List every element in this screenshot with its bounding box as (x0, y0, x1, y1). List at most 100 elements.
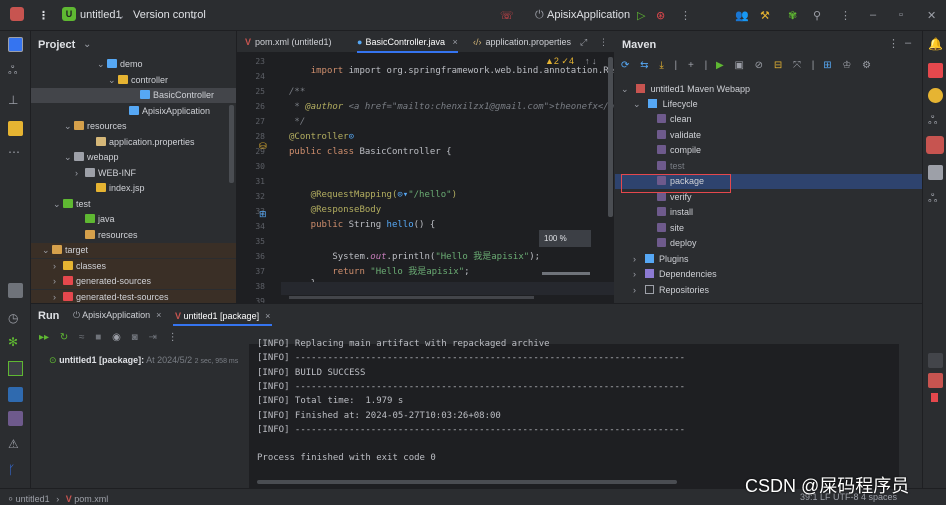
tree-item[interactable]: ⌄ test (31, 197, 236, 212)
tree-item[interactable]: ⌄ resources (31, 119, 236, 134)
chevron-right-icon[interactable]: › (75, 166, 85, 181)
collapse-icon[interactable]: ⊞ (823, 60, 831, 71)
database-icon[interactable] (928, 88, 943, 103)
run-history-item[interactable]: ⊙ untitled1 [package]: At 2024/5/2 2 sec… (31, 352, 249, 368)
terminal-icon[interactable] (8, 411, 23, 426)
chevron-down-icon[interactable]: ⌄ (53, 197, 63, 212)
tree-item[interactable]: resources (31, 228, 236, 243)
tree-item[interactable]: › WEB-INF (31, 166, 236, 181)
project-panel-title[interactable]: Project (38, 39, 75, 51)
tree-item[interactable]: ApisixApplication (31, 104, 236, 119)
restore-icon[interactable]: ▫ (899, 9, 903, 21)
copilot-icon[interactable]: ஃ (928, 113, 943, 128)
ai-assistant-icon[interactable] (928, 63, 943, 78)
search-icon[interactable]: ⚲ (813, 9, 821, 22)
clock-icon[interactable]: ◷ (8, 311, 23, 326)
view-icon[interactable]: ◉ (112, 332, 121, 343)
structure-icon[interactable] (8, 121, 23, 136)
zoom-indicator[interactable]: 100 % (539, 230, 591, 247)
tree-item[interactable]: index.jsp (31, 181, 236, 196)
bug-icon[interactable]: ✾ (788, 9, 797, 22)
chevron-down-icon[interactable]: ⌄ (64, 119, 74, 134)
services-icon[interactable] (8, 283, 23, 298)
chevron-down-icon[interactable]: ⌄ (64, 150, 74, 165)
goal-test[interactable]: test (615, 159, 922, 174)
trash-icon[interactable] (931, 393, 938, 402)
download-sources-icon[interactable]: ⤓ (659, 60, 663, 71)
reimport-icon[interactable]: ⇆ (640, 60, 648, 71)
more-icon[interactable]: ⋮ (840, 9, 851, 22)
tools-icon[interactable]: ⚒ (760, 9, 770, 22)
goal-install[interactable]: install (615, 205, 922, 220)
breadcrumb-project[interactable]: untitled1 (16, 494, 50, 504)
breadcrumb-file[interactable]: pom.xml (74, 494, 108, 504)
tree-item[interactable]: › classes (31, 258, 236, 274)
more-icon[interactable]: ⋮ (168, 332, 178, 343)
download-icon[interactable] (928, 373, 943, 388)
more-tabs-icon[interactable]: ⋮ (599, 31, 608, 53)
tree-item[interactable]: ⌄ demo (31, 57, 236, 72)
project-scrollbar[interactable] (229, 105, 234, 183)
restart-icon[interactable]: ↻ (60, 332, 68, 343)
more-actions-icon[interactable]: ⋮ (680, 9, 691, 22)
toggle-tests-icon[interactable]: ≈ (79, 332, 85, 343)
chevron-right-icon[interactable]: › (53, 259, 63, 274)
problems-icon[interactable] (8, 387, 23, 402)
goal-clean[interactable]: clean (615, 112, 922, 127)
dependencies-node[interactable]: › Dependencies (615, 267, 922, 282)
exit-icon[interactable]: ⇥ (148, 332, 156, 343)
more-tools-icon[interactable]: ⋯ (8, 145, 23, 160)
camera-icon[interactable]: ◙ (132, 332, 138, 343)
maven-tool-icon[interactable] (926, 136, 944, 154)
bean-gutter-icon[interactable]: ⛁ (259, 141, 267, 152)
code-with-me-icon[interactable]: ☏ (500, 9, 514, 22)
goal-site[interactable]: site (615, 221, 922, 236)
repositories-node[interactable]: › Repositories (615, 283, 922, 298)
show-dependencies-icon[interactable]: ⤧ (793, 60, 801, 71)
chevron-down-icon[interactable]: ⌄ (42, 243, 52, 258)
stop-icon[interactable]: ■ (95, 332, 101, 343)
project-tool-icon[interactable] (8, 37, 23, 52)
close-tab-icon[interactable]: × (453, 37, 458, 47)
maven-settings-icon[interactable]: ⚙ (862, 60, 871, 71)
run-icon[interactable]: ▷ (637, 9, 645, 22)
hide-panel-icon[interactable]: – (905, 37, 911, 49)
goal-deploy[interactable]: deploy (615, 236, 922, 251)
nav-arrows[interactable]: ↑ ↓ (585, 56, 597, 66)
document-icon[interactable] (928, 165, 943, 180)
toggle-offline-icon[interactable]: ⊘ (755, 60, 763, 71)
run-maven-icon[interactable]: ▶ (716, 60, 724, 71)
git-icon[interactable]: ᚴ (8, 463, 23, 478)
minimize-icon[interactable]: – (870, 9, 876, 21)
plugins-node[interactable]: › Plugins (615, 252, 922, 267)
tree-item[interactable]: ⌄ target (31, 243, 236, 258)
tree-item[interactable]: java (31, 212, 236, 227)
tree-item[interactable]: › generated-sources (31, 274, 236, 289)
run-tab-apisix[interactable]: ⏻ ApisixApplication × (73, 310, 161, 321)
notifications-icon[interactable]: 🔔 (928, 37, 943, 52)
add-icon[interactable]: + (688, 60, 694, 71)
skip-tests-icon[interactable]: ⊟ (774, 60, 782, 71)
editor-vertical-scrollbar[interactable] (608, 57, 613, 217)
diagram-icon[interactable]: ♔ (842, 60, 851, 71)
goal-compile[interactable]: compile (615, 143, 922, 158)
gradle-icon[interactable]: ஃ (928, 191, 943, 206)
tree-item[interactable]: application.properties (31, 135, 236, 150)
tab-basic-controller[interactable]: ● BasicController.java × (357, 31, 458, 53)
close-icon[interactable]: ✕ (927, 9, 936, 22)
pull-requests-icon[interactable]: ⊥ (8, 93, 23, 108)
more-icon[interactable]: ⋮ (888, 37, 899, 50)
users-icon[interactable]: 👥 (735, 9, 749, 22)
run-tab-package[interactable]: V untitled1 [package] × (173, 306, 273, 326)
rerun-icon[interactable]: ▸▸ (39, 332, 49, 343)
tree-item[interactable]: ⌄ webapp (31, 150, 236, 165)
tabs-menu-icon[interactable]: ⤢ (580, 31, 587, 53)
execute-goal-icon[interactable]: ▣ (734, 60, 743, 71)
tree-item[interactable]: ⌄ controller (31, 73, 236, 88)
commit-tool-icon[interactable]: ஃ (8, 63, 23, 78)
lifecycle-node[interactable]: ⌄ Lifecycle (615, 97, 922, 112)
goal-validate[interactable]: validate (615, 128, 922, 143)
horizontal-scrollbar[interactable] (542, 272, 590, 275)
inspection-widget[interactable]: ▲2 ✓4 (545, 56, 574, 67)
tab-pom-xml[interactable]: Vpom.xml (untitled1) (245, 31, 332, 53)
